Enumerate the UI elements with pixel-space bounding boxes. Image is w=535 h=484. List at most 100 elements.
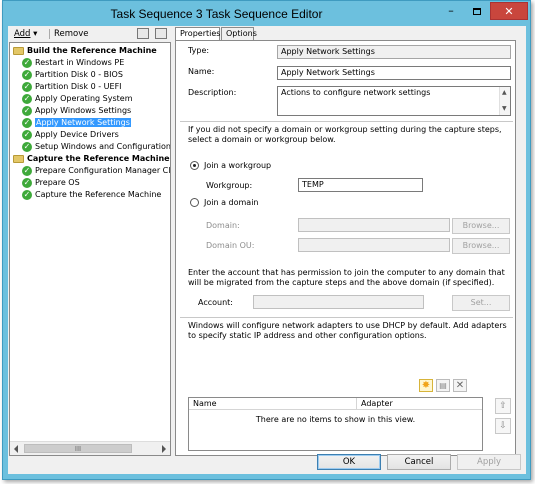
tree-step-label: Capture the Reference Machine <box>35 190 162 199</box>
tree-group-label: Capture the Reference Machine <box>27 154 170 163</box>
tree-group[interactable]: Build the Reference Machine <box>10 45 157 57</box>
adapter-properties-icon[interactable]: ▤ <box>436 379 450 392</box>
tree-group-label: Build the Reference Machine <box>27 46 157 55</box>
name-label: Name: <box>188 67 215 76</box>
browse-domain-button[interactable]: Browse... <box>452 218 510 234</box>
adapters-list[interactable]: Name Adapter There are no items to show … <box>188 397 483 451</box>
adapters-intro-text: Windows will configure network adapters … <box>188 321 507 340</box>
scroll-grip-icon: III <box>74 445 82 453</box>
tree-step[interactable]: ✓ Apply Windows Settings <box>22 105 131 117</box>
tree-step-label: Prepare Configuration Manager Cli <box>35 166 171 175</box>
domain-intro-text: If you did not specify a domain or workg… <box>188 125 502 144</box>
description-field[interactable]: Actions to configure network settings ▲ ▼ <box>277 86 511 116</box>
scroll-down-icon[interactable]: ▼ <box>502 104 507 114</box>
cancel-button[interactable]: Cancel <box>387 454 451 470</box>
account-label: Account: <box>198 298 233 307</box>
scroll-left-icon[interactable] <box>14 445 18 453</box>
tree-step[interactable]: ✓ Setup Windows and Configuration <box>22 141 171 153</box>
tree-step-label: Restart in Windows PE <box>35 58 125 67</box>
tab-properties[interactable]: Properties <box>175 27 220 41</box>
set-account-button[interactable]: Set... <box>452 295 510 311</box>
list-empty-message: There are no items to show in this view. <box>255 415 416 424</box>
check-icon: ✓ <box>22 105 32 116</box>
tree-step-label: Partition Disk 0 - UEFI <box>35 82 122 91</box>
tree-step-label: Setup Windows and Configuration <box>35 142 171 151</box>
join-workgroup-label[interactable]: Join a workgroup <box>204 161 271 170</box>
tree-step[interactable]: ✓ Capture the Reference Machine <box>22 189 161 201</box>
tree-step-label: Apply Network Settings <box>35 118 131 127</box>
move-adapter-up-icon[interactable]: ⇧ <box>495 398 511 414</box>
tab-options[interactable]: Options <box>221 27 257 40</box>
tree-step[interactable]: ✓ Partition Disk 0 - UEFI <box>22 81 122 93</box>
remove-button[interactable]: Remove <box>54 28 96 40</box>
join-domain-radio[interactable] <box>190 198 199 207</box>
domain-ou-label: Domain OU: <box>206 241 255 250</box>
section-divider <box>180 317 513 318</box>
tree-step-label: Apply Operating System <box>35 94 133 103</box>
tree-step-label: Partition Disk 0 - BIOS <box>35 70 123 79</box>
account-field <box>253 295 424 309</box>
check-icon: ✓ <box>22 93 32 104</box>
scroll-right-icon[interactable] <box>162 445 166 453</box>
join-domain-label[interactable]: Join a domain <box>204 198 259 207</box>
domain-ou-field <box>298 238 450 252</box>
tree-step-label: Apply Windows Settings <box>35 106 132 115</box>
check-icon: ✓ <box>22 81 32 92</box>
ok-button[interactable]: OK <box>317 454 381 470</box>
toolbar-divider <box>49 29 50 39</box>
tree-step-label: Prepare OS <box>35 178 80 187</box>
description-scrollbar[interactable]: ▲ ▼ <box>499 87 510 115</box>
list-header: Name Adapter <box>189 398 482 410</box>
move-adapter-down-icon[interactable]: ⇩ <box>495 418 511 434</box>
description-label: Description: <box>188 88 237 97</box>
check-icon: ✓ <box>22 57 32 68</box>
folder-icon <box>13 154 24 163</box>
new-adapter-icon[interactable]: ✸ <box>419 379 433 392</box>
workgroup-field[interactable]: TEMP <box>298 178 423 192</box>
tree-step[interactable]: ✓ Apply Device Drivers <box>22 129 119 141</box>
folder-icon <box>13 46 24 55</box>
type-field: Apply Network Settings <box>277 45 511 59</box>
tree-step[interactable]: ✓ Prepare Configuration Manager Cli <box>22 165 171 177</box>
tree-step[interactable]: ✓ Restart in Windows PE <box>22 57 124 69</box>
move-up-icon[interactable] <box>137 28 149 39</box>
check-icon: ✓ <box>22 69 32 80</box>
close-button[interactable]: ✕ <box>490 2 528 20</box>
tree-step-label: Apply Device Drivers <box>35 130 119 139</box>
add-label: Add <box>14 29 31 39</box>
tree-step[interactable]: ✓ Partition Disk 0 - BIOS <box>22 69 123 81</box>
delete-adapter-icon[interactable]: ✕ <box>453 379 467 392</box>
tree-step[interactable]: ✓ Apply Operating System <box>22 93 133 105</box>
move-down-icon[interactable] <box>155 28 167 39</box>
scroll-up-icon[interactable]: ▲ <box>502 88 507 98</box>
editor-client-area: Add ▾ Remove Build the Reference Machine… <box>8 26 526 474</box>
account-intro-text: Enter the account that has permission to… <box>188 268 505 287</box>
tree-step[interactable]: ✓ Prepare OS <box>22 177 80 189</box>
apply-button[interactable]: Apply <box>457 454 521 470</box>
maximize-button[interactable] <box>464 2 490 20</box>
section-divider <box>180 121 513 122</box>
domain-label: Domain: <box>206 221 240 230</box>
check-icon: ✓ <box>22 165 32 176</box>
join-workgroup-radio[interactable] <box>190 161 199 170</box>
minimize-button[interactable]: – <box>438 2 464 20</box>
window-title: Task Sequence 3 Task Sequence Editor <box>110 7 323 21</box>
task-sequence-editor-window: Task Sequence 3 Task Sequence Editor – ✕… <box>2 0 531 480</box>
check-icon: ✓ <box>22 117 32 128</box>
tree-step-selected[interactable]: ✓ Apply Network Settings <box>22 117 131 129</box>
type-label: Type: <box>188 46 210 55</box>
title-bar[interactable]: Task Sequence 3 Task Sequence Editor – ✕ <box>3 1 530 27</box>
task-sequence-tree[interactable]: Build the Reference Machine ✓ Restart in … <box>9 42 171 456</box>
check-icon: ✓ <box>22 141 32 152</box>
check-icon: ✓ <box>22 189 32 200</box>
description-text: Actions to configure network settings <box>281 88 431 97</box>
tree-group[interactable]: Capture the Reference Machine <box>10 153 170 165</box>
tree-horizontal-scrollbar[interactable]: III <box>10 441 170 455</box>
column-header-adapter[interactable]: Adapter <box>357 398 483 410</box>
check-icon: ✓ <box>22 129 32 140</box>
name-field[interactable]: Apply Network Settings <box>277 66 511 80</box>
add-menu-button[interactable]: Add ▾ <box>14 28 48 40</box>
browse-ou-button[interactable]: Browse... <box>452 238 510 254</box>
scroll-thumb[interactable]: III <box>24 444 132 453</box>
column-header-name[interactable]: Name <box>189 398 357 410</box>
